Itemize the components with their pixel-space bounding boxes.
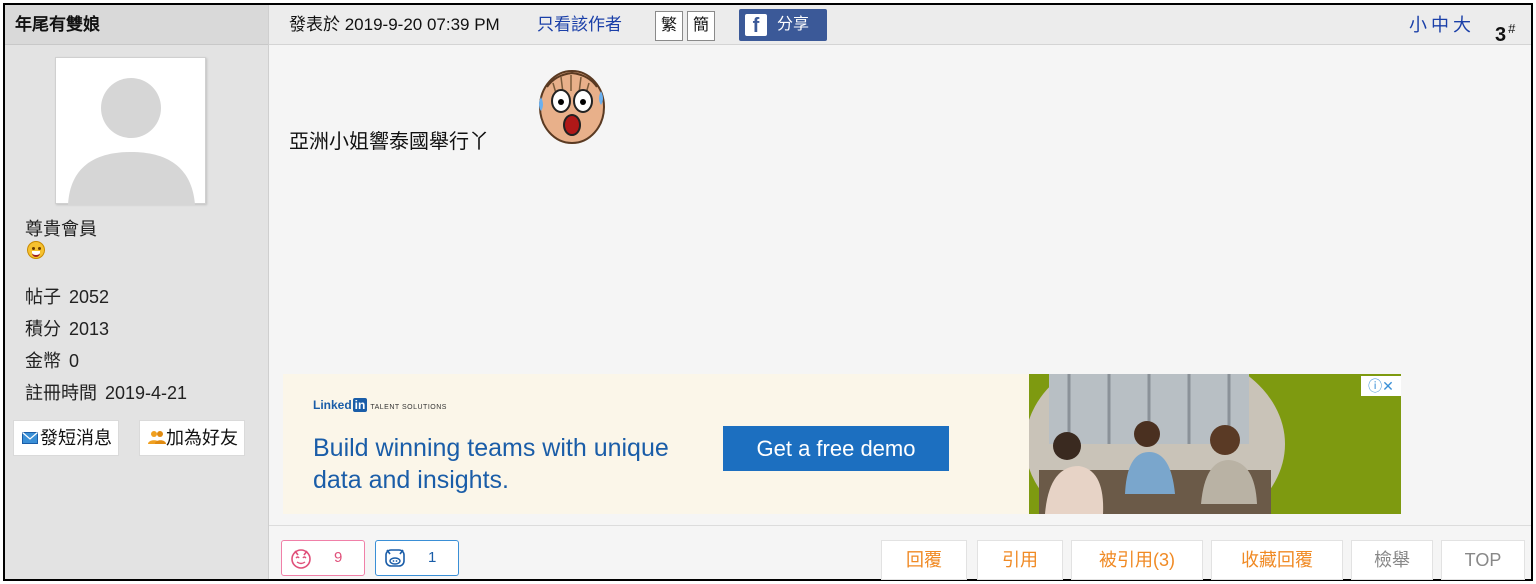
ad-photo	[1029, 374, 1401, 514]
love-count: 9	[334, 549, 343, 566]
traditional-button[interactable]: 繁	[655, 11, 683, 41]
shocked-face-icon	[539, 70, 605, 144]
simplified-button[interactable]: 簡	[687, 11, 715, 41]
stat-label: 帖子	[25, 287, 61, 307]
floor-number[interactable]: 3 #	[1495, 9, 1515, 55]
linkedin-ad[interactable]: Linked in TALENT SOLUTIONS Build winning t…	[283, 374, 1401, 514]
stat-value: 0	[69, 351, 80, 371]
font-size-links[interactable]: 小中大	[1409, 5, 1475, 45]
report-button[interactable]: 檢舉	[1351, 540, 1433, 580]
author-panel: 年尾有雙娘 尊貴會員 帖子 2052 積分 2013 金幣 0 註冊時間 2019-4-…	[5, 5, 269, 579]
post-timestamp: 發表於 2019-9-20 07:39 PM	[289, 15, 500, 34]
stat-value: 2052	[69, 287, 110, 307]
share-label: 分享	[777, 16, 810, 33]
friends-icon	[148, 422, 166, 456]
post-content: 亞洲小姐響泰國舉行丫	[289, 131, 489, 153]
facebook-share-button[interactable]: f 分享	[739, 9, 827, 41]
add-friend-button[interactable]: 加為好友	[139, 420, 245, 456]
love-reaction-button[interactable]: 9	[281, 540, 365, 576]
send-message-label: 發短消息	[40, 428, 112, 448]
love-face-icon	[291, 549, 311, 569]
stat-label: 註冊時間	[25, 383, 97, 403]
favorite-reply-button[interactable]: 收藏回覆	[1211, 540, 1343, 580]
avatar[interactable]	[55, 57, 206, 205]
top-button[interactable]: TOP	[1441, 540, 1525, 580]
author-name[interactable]: 年尾有雙娘	[5, 5, 268, 45]
stat-label: 積分	[25, 319, 61, 339]
reply-button[interactable]: 回覆	[881, 540, 967, 580]
only-author-link[interactable]: 只看該作者	[537, 5, 622, 45]
post-actions-bar: 9 1 回覆 引用 被引用(3) 收藏回覆 檢舉 TOP	[269, 525, 1531, 580]
ad-logo: Linked in TALENT SOLUTIONS	[313, 398, 447, 412]
stat-posts: 帖子 2052	[25, 283, 109, 309]
facebook-icon: f	[745, 14, 767, 37]
pig-reaction-button[interactable]: 1	[375, 540, 459, 576]
quote-button[interactable]: 引用	[977, 540, 1063, 580]
brand-sub: TALENT SOLUTIONS	[370, 404, 447, 411]
smile-icon	[27, 241, 45, 259]
post-header: 發表於 2019-9-20 07:39 PM 只看該作者 繁 簡 f 分享 小中…	[269, 5, 1531, 46]
brand-in: in	[352, 398, 368, 412]
stat-points: 積分 2013	[25, 315, 109, 341]
add-friend-label: 加為好友	[166, 428, 238, 448]
envelope-icon	[22, 422, 40, 456]
forum-post: 年尾有雙娘 尊貴會員 帖子 2052 積分 2013 金幣 0 註冊時間 2019-4-…	[3, 3, 1533, 581]
pig-face-icon	[385, 549, 405, 567]
stat-label: 金幣	[25, 351, 61, 371]
ad-close-icon[interactable]: ⓘ✕	[1361, 376, 1401, 396]
brand-name: Linked	[313, 398, 352, 412]
stat-value: 2019-4-21	[105, 383, 188, 403]
pig-count: 1	[428, 549, 437, 566]
member-rank: 尊貴會員	[25, 219, 97, 239]
stat-coins: 金幣 0	[25, 347, 79, 373]
floor-value: 3	[1495, 24, 1507, 46]
stat-registered: 註冊時間 2019-4-21	[25, 379, 187, 405]
stat-value: 2013	[69, 319, 110, 339]
floor-mark: #	[1508, 21, 1516, 36]
free-demo-button[interactable]: Get a free demo	[723, 426, 949, 471]
ad-headline: Build winning teams with unique data and…	[313, 434, 669, 494]
default-avatar-icon	[68, 78, 195, 205]
quoted-by-button[interactable]: 被引用(3)	[1071, 540, 1203, 580]
send-message-button[interactable]: 發短消息	[13, 420, 119, 456]
